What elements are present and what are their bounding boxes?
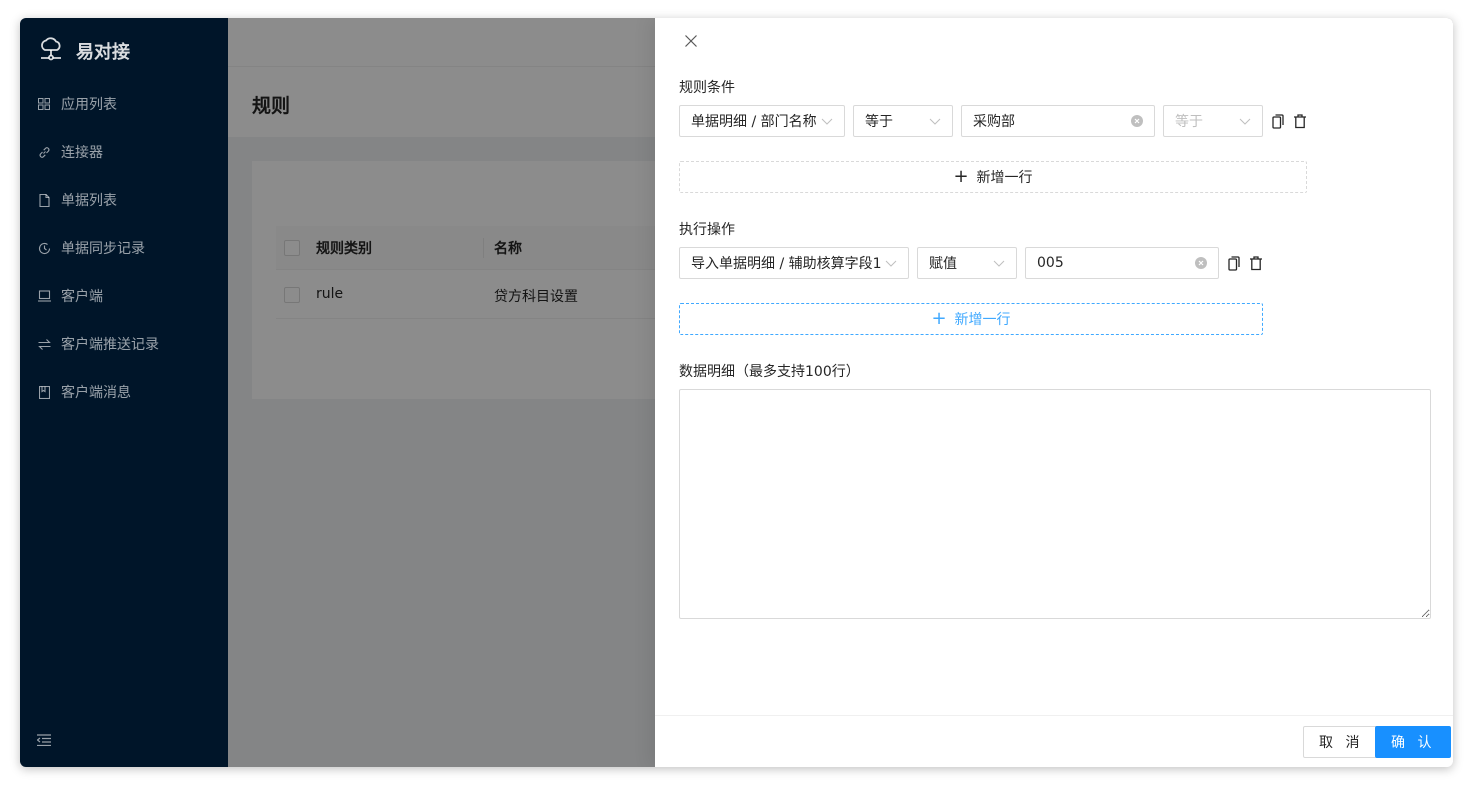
sidebar-item-client-messages[interactable]: 客户端消息 <box>20 368 228 416</box>
condition-value-input[interactable]: 采购部 <box>961 105 1155 137</box>
data-detail-label: 数据明细（最多支持100行） <box>679 364 860 380</box>
clear-icon[interactable] <box>1131 115 1143 127</box>
conditions-label: 规则条件 <box>679 80 735 96</box>
swap-icon <box>37 337 51 351</box>
sidebar-nav: 应用列表 连接器 单据列表 单据同步记录 客户端 客户端推送记录 客户端消息 <box>20 80 228 416</box>
copy-icon[interactable] <box>1227 255 1241 271</box>
sidebar-item-clients[interactable]: 客户端 <box>20 272 228 320</box>
rule-edit-drawer: 规则条件 单据明细 / 部门名称 等于 采购部 等于 + 新增一行 执行操作 导… <box>655 18 1453 767</box>
chevron-down-icon <box>929 115 941 127</box>
sidebar-item-label: 客户端推送记录 <box>61 337 159 353</box>
condition-operator-select[interactable]: 等于 <box>853 105 953 137</box>
laptop-icon <box>37 289 51 303</box>
delete-icon[interactable] <box>1293 113 1307 129</box>
data-detail-textarea[interactable] <box>679 389 1431 619</box>
sidebar-item-label: 单据同步记录 <box>61 241 145 257</box>
cancel-button[interactable]: 取 消 <box>1303 726 1380 758</box>
add-condition-label: 新增一行 <box>976 170 1033 186</box>
select-value: 赋值 <box>929 256 957 272</box>
add-condition-button[interactable]: + 新增一行 <box>679 161 1307 193</box>
chevron-down-icon <box>993 257 1005 269</box>
history-icon <box>37 241 51 255</box>
input-value: 采购部 <box>973 114 1015 130</box>
sidebar-item-label: 客户端 <box>61 289 103 305</box>
delete-icon[interactable] <box>1249 255 1263 271</box>
confirm-button[interactable]: 确 认 <box>1375 726 1452 758</box>
book-icon <box>37 385 51 399</box>
plus-icon: + <box>931 308 947 329</box>
actions-label: 执行操作 <box>679 222 735 238</box>
app-title: 易对接 <box>76 42 130 63</box>
chevron-down-icon <box>1239 115 1251 127</box>
copy-icon[interactable] <box>1271 113 1285 129</box>
cloud-network-icon <box>38 36 64 66</box>
select-value: 等于 <box>865 114 893 130</box>
app-window: 易对接 应用列表 连接器 单据列表 单据同步记录 客户端 客户端推送记录 客户端… <box>20 18 1453 767</box>
action-field-select[interactable]: 导入单据明细 / 辅助核算字段1 <box>679 247 909 279</box>
drawer-footer: 取 消 确 认 <box>655 715 1453 767</box>
clear-icon[interactable] <box>1195 257 1207 269</box>
link-icon <box>37 145 51 159</box>
sidebar-item-sync-records[interactable]: 单据同步记录 <box>20 224 228 272</box>
grid-icon <box>37 97 51 111</box>
sidebar-item-label: 客户端消息 <box>61 385 131 401</box>
chevron-down-icon <box>821 115 833 127</box>
condition-field-select[interactable]: 单据明细 / 部门名称 <box>679 105 845 137</box>
sidebar-item-apps[interactable]: 应用列表 <box>20 80 228 128</box>
action-operator-select[interactable]: 赋值 <box>917 247 1017 279</box>
sidebar-item-client-push-records[interactable]: 客户端推送记录 <box>20 320 228 368</box>
select-value: 导入单据明细 / 辅助核算字段1 <box>691 256 881 272</box>
input-value: 005 <box>1037 255 1064 271</box>
condition-logic-select[interactable]: 等于 <box>1163 105 1263 137</box>
add-action-button[interactable]: + 新增一行 <box>679 303 1263 335</box>
sidebar-item-connectors[interactable]: 连接器 <box>20 128 228 176</box>
menu-fold-icon[interactable] <box>36 734 51 750</box>
chevron-down-icon <box>885 257 897 269</box>
plus-icon: + <box>953 166 969 187</box>
close-icon[interactable] <box>685 32 701 52</box>
sidebar: 易对接 应用列表 连接器 单据列表 单据同步记录 客户端 客户端推送记录 客户端… <box>20 18 228 767</box>
file-icon <box>37 193 51 207</box>
sidebar-item-label: 单据列表 <box>61 193 117 209</box>
select-value: 等于 <box>1175 114 1203 130</box>
sidebar-item-label: 应用列表 <box>61 97 117 113</box>
select-value: 单据明细 / 部门名称 <box>691 114 817 130</box>
logo: 易对接 <box>38 36 130 66</box>
add-action-label: 新增一行 <box>954 312 1011 328</box>
sidebar-item-documents[interactable]: 单据列表 <box>20 176 228 224</box>
action-value-input[interactable]: 005 <box>1025 247 1219 279</box>
sidebar-item-label: 连接器 <box>61 145 103 161</box>
